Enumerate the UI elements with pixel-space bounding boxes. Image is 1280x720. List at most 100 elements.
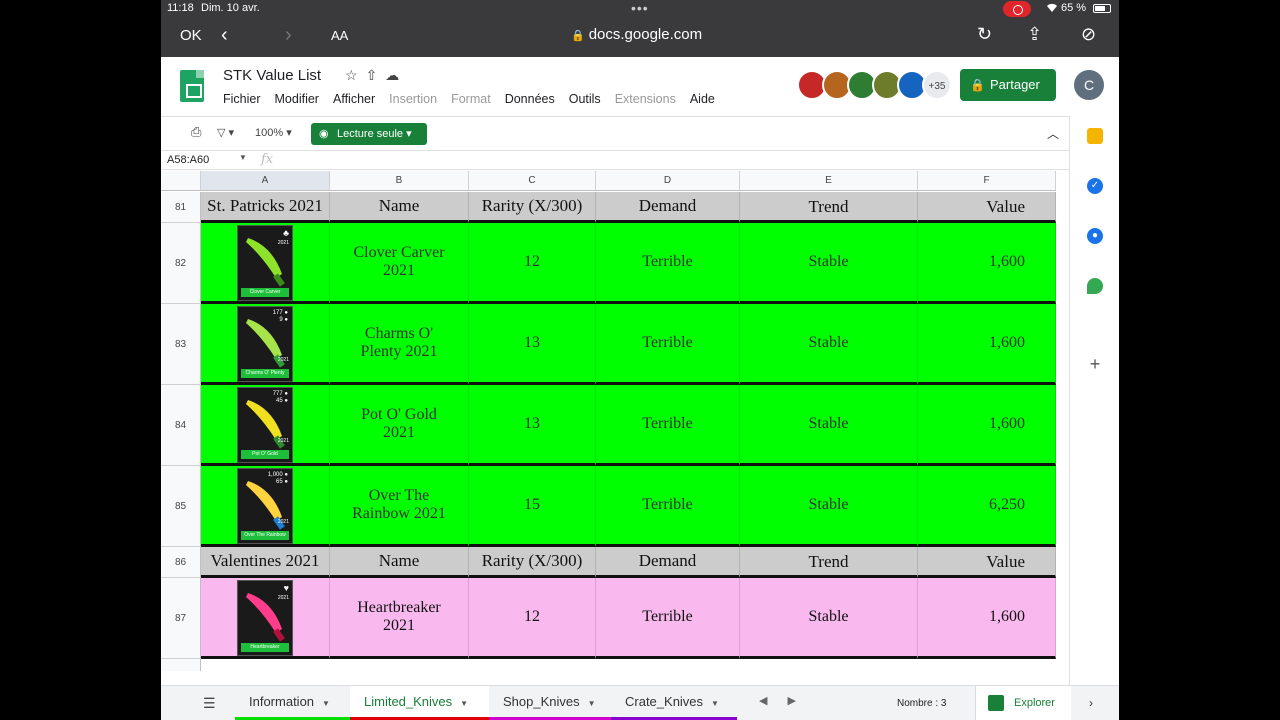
cell-demand[interactable]: Terrible — [596, 385, 740, 466]
cell-trend[interactable]: Stable — [740, 466, 918, 547]
cell-value[interactable]: 1,600 — [918, 304, 1056, 385]
more-collaborators[interactable]: +35 — [922, 70, 952, 100]
menu-item-format[interactable]: Format — [451, 92, 491, 106]
knife-image-cell[interactable]: 777 ● 45 ● 2021 Pot O' Gold — [201, 385, 330, 466]
view-mode-button[interactable]: ◉ Lecture seule ▾ — [311, 123, 427, 145]
section-header-cell[interactable]: Value — [918, 547, 1056, 578]
cell-name[interactable]: Clover Carver 2021 — [330, 223, 469, 304]
account-avatar[interactable]: C — [1074, 70, 1104, 100]
cell-name[interactable]: Pot O' Gold 2021 — [330, 385, 469, 466]
cell-trend[interactable]: Stable — [740, 223, 918, 304]
knife-image-cell[interactable]: ♥ 2021 Heartbreaker — [201, 578, 330, 659]
cell-demand[interactable]: Terrible — [596, 578, 740, 659]
section-header-cell[interactable]: Rarity (X/300) — [469, 192, 596, 223]
cell-name[interactable]: Heartbreaker 2021 — [330, 578, 469, 659]
cell-rarity[interactable]: 12 — [469, 578, 596, 659]
cell-value[interactable]: 1,600 — [918, 578, 1056, 659]
menu-item-modifier[interactable]: Modifier — [275, 92, 319, 106]
row-header[interactable] — [161, 659, 201, 671]
cell-rarity[interactable]: 15 — [469, 466, 596, 547]
compass-icon[interactable]: ⊘ — [1081, 24, 1096, 45]
text-size-button[interactable]: AA — [331, 28, 348, 43]
section-header-cell[interactable]: Trend — [740, 192, 918, 223]
chevron-down-icon[interactable]: ▼ — [322, 699, 330, 708]
row-header[interactable]: 83 — [161, 304, 201, 385]
cell-rarity[interactable]: 13 — [469, 304, 596, 385]
cell-trend[interactable]: Stable — [740, 385, 918, 466]
explore-button[interactable]: Explorer — [975, 686, 1071, 720]
section-header-cell[interactable]: Demand — [596, 192, 740, 223]
multitasking-dots-icon[interactable]: ••• — [631, 0, 649, 16]
star-icon[interactable]: ☆ — [345, 67, 366, 83]
keep-icon[interactable] — [1087, 128, 1103, 144]
cell-trend[interactable]: Stable — [740, 578, 918, 659]
name-box[interactable]: A58:A60 — [167, 154, 209, 166]
section-header-cell[interactable]: Demand — [596, 547, 740, 578]
spreadsheet-grid[interactable]: A B C D E F 81 St. Patricks 2021 Name Rarity (X/3… — [161, 171, 1056, 671]
menu-item-insertion[interactable]: Insertion — [389, 92, 437, 106]
section-header-cell[interactable]: Valentines 2021 — [201, 547, 330, 578]
knife-image-cell[interactable]: 177 ● 9 ● 2021 Charms O' Plenty — [201, 304, 330, 385]
doc-title[interactable]: STK Value List — [223, 67, 321, 84]
sheet-tab-crate-knives[interactable]: Crate_Knives ▼ — [611, 686, 737, 720]
back-arrow-icon[interactable]: ‹ — [221, 24, 228, 47]
section-header-cell[interactable]: Rarity (X/300) — [469, 547, 596, 578]
cell-demand[interactable]: Terrible — [596, 466, 740, 547]
menu-item-fichier[interactable]: Fichier — [223, 92, 261, 106]
tasks-icon[interactable]: ✓ — [1087, 178, 1103, 194]
filter-icon[interactable]: ▽ ▾ — [217, 126, 234, 139]
column-header-b[interactable]: B — [330, 171, 469, 191]
sheets-logo-icon[interactable] — [180, 70, 204, 102]
column-header-a[interactable]: A — [201, 171, 330, 191]
cloud-icon[interactable]: ☁ — [385, 67, 407, 83]
knife-image-cell[interactable]: ♣ 2021 Clover Carver — [201, 223, 330, 304]
chevron-down-icon[interactable]: ▼ — [711, 699, 719, 708]
move-icon[interactable]: ⇧ — [366, 67, 386, 83]
cell-rarity[interactable]: 13 — [469, 385, 596, 466]
section-header-cell[interactable]: Name — [330, 192, 469, 223]
menu-item-outils[interactable]: Outils — [569, 92, 601, 106]
chevron-right-icon[interactable]: › — [1089, 696, 1093, 710]
section-header-cell[interactable]: Trend — [740, 547, 918, 578]
menu-item-extensions[interactable]: Extensions — [615, 92, 676, 106]
sheet-tab-limited-knives[interactable]: Limited_Knives ▼ — [350, 686, 489, 720]
share-button[interactable]: 🔒 Partager — [960, 69, 1056, 101]
column-header-d[interactable]: D — [596, 171, 740, 191]
screen-record-icon[interactable] — [1003, 1, 1031, 17]
sheet-tab-information[interactable]: Information ▼ — [235, 686, 350, 720]
cell-value[interactable]: 1,600 — [918, 385, 1056, 466]
cell-trend[interactable]: Stable — [740, 304, 918, 385]
row-header[interactable]: 86 — [161, 547, 201, 578]
cell-rarity[interactable]: 12 — [469, 223, 596, 304]
row-header[interactable]: 84 — [161, 385, 201, 466]
knife-image-cell[interactable]: 1,000 ● 65 ● 2021 Over The Rainbow — [201, 466, 330, 547]
add-addon-icon[interactable]: + — [1087, 355, 1103, 373]
maps-icon[interactable] — [1087, 278, 1103, 294]
menu-item-afficher[interactable]: Afficher — [333, 92, 375, 106]
column-header-c[interactable]: C — [469, 171, 596, 191]
menu-item-données[interactable]: Données — [505, 92, 555, 106]
chevron-down-icon[interactable]: ▼ — [588, 699, 596, 708]
cell-value[interactable]: 1,600 — [918, 223, 1056, 304]
cell-demand[interactable]: Terrible — [596, 304, 740, 385]
all-sheets-icon[interactable]: ☰ — [203, 695, 216, 712]
collapse-toolbar-icon[interactable]: ︿ — [1047, 125, 1059, 142]
cell-value[interactable]: 6,250 — [918, 466, 1056, 547]
cell-name[interactable]: Over The Rainbow 2021 — [330, 466, 469, 547]
chevron-down-icon[interactable]: ▼ — [460, 699, 468, 708]
row-header[interactable]: 82 — [161, 223, 201, 304]
section-header-cell[interactable]: Value — [918, 192, 1056, 223]
contacts-icon[interactable]: ● — [1087, 228, 1103, 244]
sheet-tab-shop-knives[interactable]: Shop_Knives ▼ — [489, 686, 611, 720]
reload-icon[interactable]: ↻ — [977, 24, 992, 45]
zoom-select[interactable]: 100% ▾ — [255, 126, 292, 139]
section-header-cell[interactable]: Name — [330, 547, 469, 578]
column-header-f[interactable]: F — [918, 171, 1056, 191]
done-button[interactable]: OK — [180, 27, 202, 44]
row-header[interactable]: 81 — [161, 192, 201, 223]
chevron-down-icon[interactable]: ▼ — [239, 153, 247, 162]
print-icon[interactable]: ⎙ — [191, 124, 201, 140]
address-bar[interactable]: 🔒 docs.google.com — [571, 26, 702, 43]
sheet-scroll-arrows[interactable]: ◀▶ — [759, 694, 816, 707]
cell-demand[interactable]: Terrible — [596, 223, 740, 304]
